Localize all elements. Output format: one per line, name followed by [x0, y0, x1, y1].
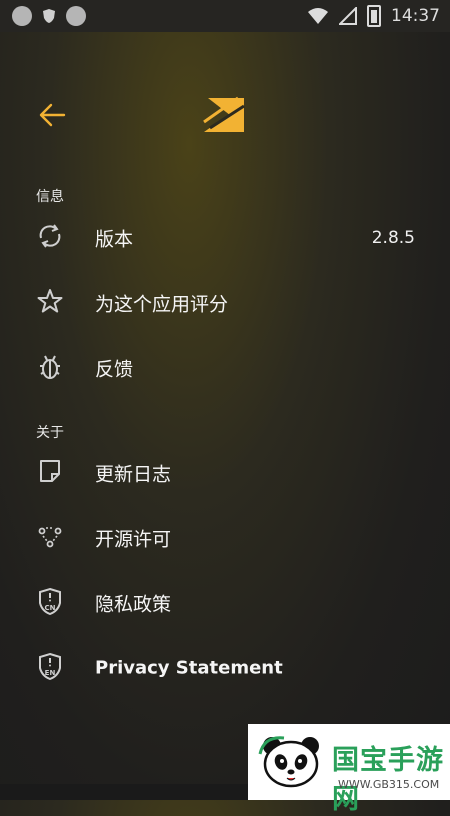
bottom-edge [0, 784, 248, 800]
watermark-url: WWW.GB315.COM [338, 778, 440, 791]
panda-logo-icon [258, 736, 319, 788]
arrow-left-icon[interactable] [38, 102, 66, 128]
version-label: 版本 [95, 228, 134, 251]
note-icon [40, 460, 60, 482]
changelog-label: 更新日志 [95, 463, 172, 486]
open-source-licenses-label: 开源许可 [95, 528, 172, 551]
status-right-icons: 14:37 [307, 5, 440, 27]
changelog-item[interactable]: 更新日志 [0, 441, 450, 505]
watermark-badge: 国宝手游网 WWW.GB315.COM [248, 724, 450, 815]
signal-icon [339, 7, 357, 25]
version-value: 2.8.5 [371, 228, 415, 248]
version-item[interactable]: 版本 2.8.5 [0, 206, 450, 270]
svg-text:EN: EN [45, 669, 56, 677]
privacy-statement-en-label: Privacy Statement [95, 657, 283, 679]
app-notification-icon [12, 6, 32, 26]
privacy-policy-cn-label: 隐私政策 [95, 593, 172, 616]
shield-cn-icon: CN [39, 587, 61, 615]
rate-app-label: 为这个应用评分 [95, 293, 229, 316]
status-time: 14:37 [391, 6, 440, 26]
shield-icon [43, 9, 55, 23]
feedback-label: 反馈 [95, 358, 134, 381]
open-source-licenses-item[interactable]: 开源许可 [0, 506, 450, 570]
sync-icon [39, 224, 61, 248]
privacy-statement-en-item[interactable]: EN Privacy Statement [0, 636, 450, 700]
status-left-icons [12, 6, 86, 26]
section-title-info: 信息 [36, 189, 64, 205]
privacy-policy-cn-item[interactable]: CN 隐私政策 [0, 571, 450, 635]
section-title-about: 关于 [36, 425, 64, 441]
rate-app-item[interactable]: 为这个应用评分 [0, 271, 450, 335]
feedback-item[interactable]: 反馈 [0, 336, 450, 400]
wifi-icon [308, 8, 328, 24]
svg-text:CN: CN [45, 604, 56, 612]
nodes-icon [38, 527, 62, 548]
watermark-title: 国宝手游网 [332, 745, 444, 815]
shield-en-icon: EN [39, 652, 61, 680]
app-notification-icon [66, 6, 86, 26]
star-icon [37, 289, 63, 313]
status-bar: 14:37 [0, 0, 450, 32]
battery-icon [367, 5, 381, 27]
bug-icon [40, 355, 60, 379]
app-logo-icon [203, 96, 245, 132]
